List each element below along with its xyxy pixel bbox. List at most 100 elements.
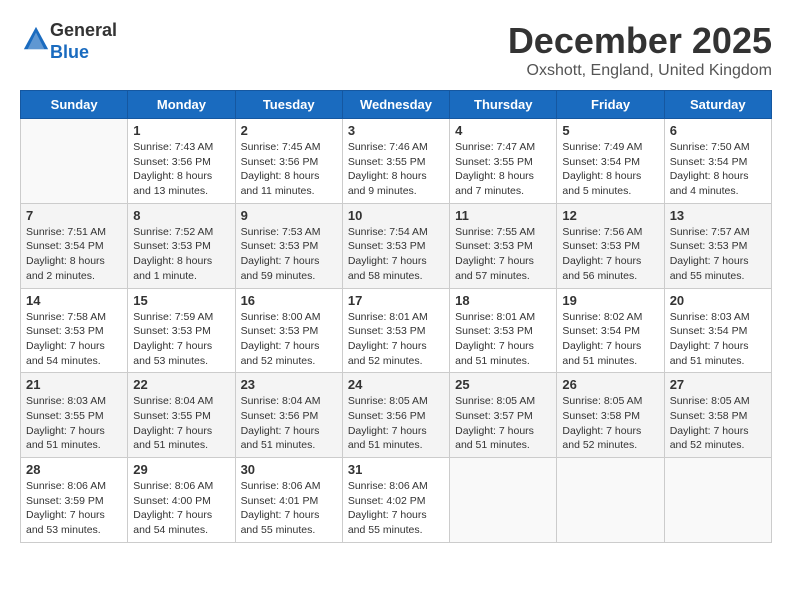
calendar-day-cell: 27 Sunrise: 8:05 AMSunset: 3:58 PMDayligh… [664, 373, 771, 458]
day-info: Sunrise: 7:58 AMSunset: 3:53 PMDaylight:… [26, 310, 122, 369]
calendar-day-cell: 17 Sunrise: 8:01 AMSunset: 3:53 PMDayligh… [342, 288, 449, 373]
day-number: 15 [133, 293, 229, 308]
day-info: Sunrise: 8:04 AMSunset: 3:55 PMDaylight:… [133, 394, 229, 453]
day-info: Sunrise: 8:05 AMSunset: 3:58 PMDaylight:… [670, 394, 766, 453]
day-number: 19 [562, 293, 658, 308]
day-number: 30 [241, 462, 337, 477]
day-info: Sunrise: 7:55 AMSunset: 3:53 PMDaylight:… [455, 225, 551, 284]
calendar-day-cell: 11 Sunrise: 7:55 AMSunset: 3:53 PMDayligh… [450, 203, 557, 288]
day-info: Sunrise: 8:05 AMSunset: 3:58 PMDaylight:… [562, 394, 658, 453]
location-subtitle: Oxshott, England, United Kingdom [508, 62, 772, 80]
day-info: Sunrise: 7:43 AMSunset: 3:56 PMDaylight:… [133, 140, 229, 199]
day-number: 24 [348, 377, 444, 392]
day-number: 29 [133, 462, 229, 477]
calendar-day-cell: 12 Sunrise: 7:56 AMSunset: 3:53 PMDayligh… [557, 203, 664, 288]
day-number: 10 [348, 208, 444, 223]
day-info: Sunrise: 7:46 AMSunset: 3:55 PMDaylight:… [348, 140, 444, 199]
calendar-day-cell: 20Sunrise: 8:03 AMSunset: 3:54 PMDayligh… [664, 288, 771, 373]
day-number: 4 [455, 123, 551, 138]
day-info: Sunrise: 7:49 AMSunset: 3:54 PMDaylight:… [562, 140, 658, 199]
calendar-day-cell: 24Sunrise: 8:05 AMSunset: 3:56 PMDayligh… [342, 373, 449, 458]
calendar-day-cell [21, 119, 128, 204]
page-header: General Blue December 2025 Oxshott, Engl… [20, 20, 772, 80]
day-info: Sunrise: 7:56 AMSunset: 3:53 PMDaylight:… [562, 225, 658, 284]
day-number: 8 [133, 208, 229, 223]
calendar-day-cell [664, 458, 771, 543]
weekday-header-friday: Friday [557, 91, 664, 119]
day-info: Sunrise: 8:03 AMSunset: 3:54 PMDaylight:… [670, 310, 766, 369]
calendar-day-cell: 26 Sunrise: 8:05 AMSunset: 3:58 PMDayligh… [557, 373, 664, 458]
calendar-week-row: 14 Sunrise: 7:58 AMSunset: 3:53 PMDayligh… [21, 288, 772, 373]
day-info: Sunrise: 8:03 AMSunset: 3:55 PMDaylight:… [26, 394, 122, 453]
day-info: Sunrise: 7:52 AMSunset: 3:53 PMDaylight:… [133, 225, 229, 284]
day-number: 21 [26, 377, 122, 392]
logo: General Blue [20, 20, 117, 63]
calendar-day-cell: 14 Sunrise: 7:58 AMSunset: 3:53 PMDayligh… [21, 288, 128, 373]
calendar-week-row: 28Sunrise: 8:06 AMSunset: 3:59 PMDayligh… [21, 458, 772, 543]
calendar-week-row: 21 Sunrise: 8:03 AMSunset: 3:55 PMDayligh… [21, 373, 772, 458]
day-number: 11 [455, 208, 551, 223]
weekday-header-tuesday: Tuesday [235, 91, 342, 119]
day-number: 25 [455, 377, 551, 392]
day-number: 18 [455, 293, 551, 308]
day-number: 9 [241, 208, 337, 223]
day-info: Sunrise: 7:47 AMSunset: 3:55 PMDaylight:… [455, 140, 551, 199]
day-info: Sunrise: 8:06 AMSunset: 4:02 PMDaylight:… [348, 479, 444, 538]
calendar-day-cell [450, 458, 557, 543]
day-number: 6 [670, 123, 766, 138]
calendar-day-cell [557, 458, 664, 543]
calendar-week-row: 1Sunrise: 7:43 AMSunset: 3:56 PMDaylight… [21, 119, 772, 204]
calendar-day-cell: 28Sunrise: 8:06 AMSunset: 3:59 PMDayligh… [21, 458, 128, 543]
day-number: 26 [562, 377, 658, 392]
weekday-header-thursday: Thursday [450, 91, 557, 119]
day-number: 27 [670, 377, 766, 392]
calendar-day-cell: 3Sunrise: 7:46 AMSunset: 3:55 PMDaylight… [342, 119, 449, 204]
day-number: 2 [241, 123, 337, 138]
logo-general: General [50, 20, 117, 40]
day-info: Sunrise: 7:45 AMSunset: 3:56 PMDaylight:… [241, 140, 337, 199]
weekday-header-sunday: Sunday [21, 91, 128, 119]
day-info: Sunrise: 8:06 AMSunset: 4:00 PMDaylight:… [133, 479, 229, 538]
day-info: Sunrise: 8:01 AMSunset: 3:53 PMDaylight:… [348, 310, 444, 369]
calendar-day-cell: 19 Sunrise: 8:02 AMSunset: 3:54 PMDayligh… [557, 288, 664, 373]
day-number: 5 [562, 123, 658, 138]
calendar-day-cell: 16Sunrise: 8:00 AMSunset: 3:53 PMDayligh… [235, 288, 342, 373]
weekday-header-monday: Monday [128, 91, 235, 119]
day-info: Sunrise: 7:57 AMSunset: 3:53 PMDaylight:… [670, 225, 766, 284]
calendar-table: SundayMondayTuesdayWednesdayThursdayFrid… [20, 90, 772, 543]
day-info: Sunrise: 8:06 AMSunset: 4:01 PMDaylight:… [241, 479, 337, 538]
title-block: December 2025 Oxshott, England, United K… [508, 20, 772, 80]
day-number: 16 [241, 293, 337, 308]
day-number: 14 [26, 293, 122, 308]
calendar-day-cell: 6Sunrise: 7:50 AMSunset: 3:54 PMDaylight… [664, 119, 771, 204]
day-info: Sunrise: 8:05 AMSunset: 3:57 PMDaylight:… [455, 394, 551, 453]
day-number: 12 [562, 208, 658, 223]
calendar-day-cell: 7Sunrise: 7:51 AMSunset: 3:54 PMDaylight… [21, 203, 128, 288]
weekday-header-row: SundayMondayTuesdayWednesdayThursdayFrid… [21, 91, 772, 119]
calendar-day-cell: 1Sunrise: 7:43 AMSunset: 3:56 PMDaylight… [128, 119, 235, 204]
day-number: 7 [26, 208, 122, 223]
weekday-header-wednesday: Wednesday [342, 91, 449, 119]
day-info: Sunrise: 7:54 AMSunset: 3:53 PMDaylight:… [348, 225, 444, 284]
day-info: Sunrise: 8:02 AMSunset: 3:54 PMDaylight:… [562, 310, 658, 369]
calendar-day-cell: 5 Sunrise: 7:49 AMSunset: 3:54 PMDaylight… [557, 119, 664, 204]
calendar-day-cell: 23 Sunrise: 8:04 AMSunset: 3:56 PMDayligh… [235, 373, 342, 458]
day-info: Sunrise: 8:04 AMSunset: 3:56 PMDaylight:… [241, 394, 337, 453]
calendar-day-cell: 13Sunrise: 7:57 AMSunset: 3:53 PMDayligh… [664, 203, 771, 288]
day-number: 17 [348, 293, 444, 308]
calendar-day-cell: 4 Sunrise: 7:47 AMSunset: 3:55 PMDaylight… [450, 119, 557, 204]
calendar-week-row: 7Sunrise: 7:51 AMSunset: 3:54 PMDaylight… [21, 203, 772, 288]
logo-text: General Blue [50, 20, 117, 63]
weekday-header-saturday: Saturday [664, 91, 771, 119]
calendar-day-cell: 25 Sunrise: 8:05 AMSunset: 3:57 PMDayligh… [450, 373, 557, 458]
calendar-day-cell: 18Sunrise: 8:01 AMSunset: 3:53 PMDayligh… [450, 288, 557, 373]
calendar-day-cell: 8 Sunrise: 7:52 AMSunset: 3:53 PMDaylight… [128, 203, 235, 288]
logo-icon [22, 25, 50, 53]
calendar-day-cell: 2 Sunrise: 7:45 AMSunset: 3:56 PMDaylight… [235, 119, 342, 204]
day-number: 23 [241, 377, 337, 392]
calendar-day-cell: 22Sunrise: 8:04 AMSunset: 3:55 PMDayligh… [128, 373, 235, 458]
calendar-day-cell: 31Sunrise: 8:06 AMSunset: 4:02 PMDayligh… [342, 458, 449, 543]
calendar-day-cell: 10 Sunrise: 7:54 AMSunset: 3:53 PMDayligh… [342, 203, 449, 288]
month-year-title: December 2025 [508, 20, 772, 62]
day-number: 28 [26, 462, 122, 477]
